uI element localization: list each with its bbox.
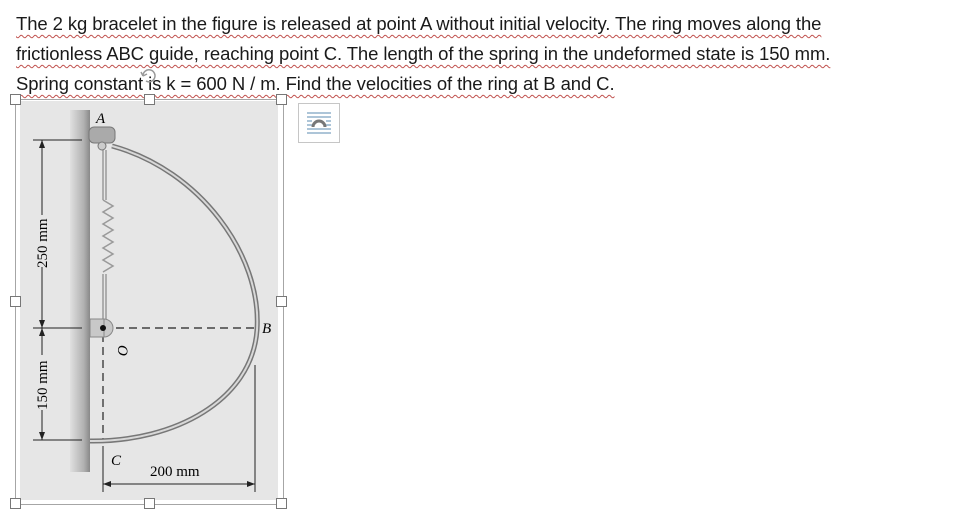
layout-options-icon: [307, 112, 331, 134]
resize-handle-top[interactable]: [144, 94, 155, 105]
resize-handle-left[interactable]: [10, 296, 21, 307]
resize-handle-top-right[interactable]: [276, 94, 287, 105]
image-selection-frame: [15, 99, 284, 505]
resize-handle-bottom[interactable]: [144, 498, 155, 509]
resize-handle-right[interactable]: [276, 296, 287, 307]
resize-handle-bottom-left[interactable]: [10, 498, 21, 509]
resize-handle-bottom-right[interactable]: [276, 498, 287, 509]
resize-handle-top-left[interactable]: [10, 94, 21, 105]
rotate-handle[interactable]: [139, 66, 159, 86]
layout-options-button[interactable]: [298, 103, 340, 143]
